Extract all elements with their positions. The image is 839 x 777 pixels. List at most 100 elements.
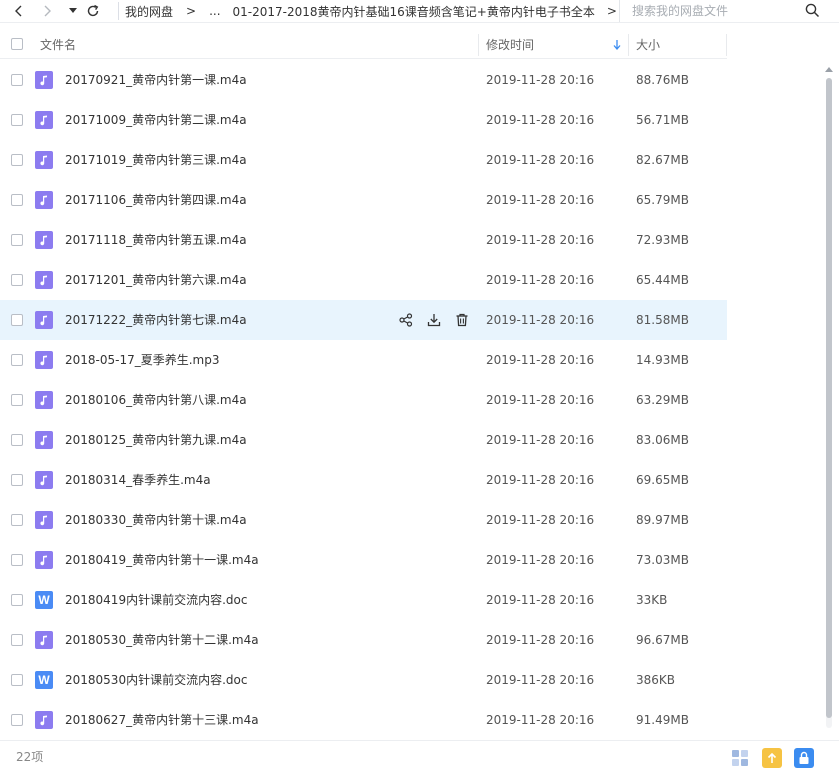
file-name[interactable]: 20180330_黄帝内针第十课.m4a <box>65 500 247 540</box>
file-name[interactable]: 20170921_黄帝内针第一课.m4a <box>65 60 247 100</box>
file-name[interactable]: 2018-05-17_夏季养生.mp3 <box>65 340 220 380</box>
column-divider[interactable] <box>628 34 629 56</box>
file-row[interactable]: 20180106_黄帝内针第八课.m4a 2019-11-28 20:16 63… <box>0 380 727 420</box>
scrollbar-thumb[interactable] <box>826 78 832 718</box>
file-modified-time: 2019-11-28 20:16 <box>486 553 595 567</box>
music-note-icon <box>35 151 53 169</box>
file-row[interactable]: 20171106_黄帝内针第四课.m4a 2019-11-28 20:16 65… <box>0 180 727 220</box>
row-checkbox[interactable] <box>11 514 23 526</box>
row-checkbox[interactable] <box>11 74 23 86</box>
file-name[interactable]: 20180419_黄帝内针第十一课.m4a <box>65 540 259 580</box>
file-row[interactable]: 20180330_黄帝内针第十课.m4a 2019-11-28 20:16 89… <box>0 500 727 540</box>
file-row[interactable]: 20180530_黄帝内针第十二课.m4a 2019-11-28 20:16 9… <box>0 620 727 660</box>
row-checkbox[interactable] <box>11 674 23 686</box>
row-checkbox[interactable] <box>11 354 23 366</box>
file-modified-time: 2019-11-28 20:16 <box>486 113 595 127</box>
file-row[interactable]: 20170921_黄帝内针第一课.m4a 2019-11-28 20:16 88… <box>0 60 727 100</box>
column-header-size[interactable]: 大小 <box>636 32 660 58</box>
row-checkbox[interactable] <box>11 394 23 406</box>
upload-button[interactable] <box>762 748 782 768</box>
file-row[interactable]: W 20180419内针课前交流内容.doc 2019-11-28 20:16 … <box>0 580 727 620</box>
breadcrumb-divider <box>118 2 119 20</box>
breadcrumb-current[interactable]: 01-2017-2018黄帝内针基础16课音频含笔记+黄帝内针电子书全本 <box>233 3 595 20</box>
file-size: 96.67MB <box>636 633 689 647</box>
vertical-scrollbar[interactable] <box>824 66 834 740</box>
file-size: 81.58MB <box>636 313 689 327</box>
breadcrumb-root[interactable]: 我的网盘 <box>125 3 173 20</box>
column-header-name[interactable]: 文件名 <box>40 32 76 58</box>
file-size: 33KB <box>636 593 668 607</box>
select-all-checkbox[interactable] <box>11 38 23 50</box>
file-row[interactable]: 20171009_黄帝内针第二课.m4a 2019-11-28 20:16 56… <box>0 100 727 140</box>
file-row-hovered[interactable]: 20171222_黄帝内针第七课.m4a 2019-11-28 20:16 81… <box>0 300 727 340</box>
row-checkbox[interactable] <box>11 194 23 206</box>
row-checkbox[interactable] <box>11 114 23 126</box>
music-note-icon <box>35 71 53 89</box>
row-checkbox[interactable] <box>11 474 23 486</box>
download-button[interactable] <box>426 312 442 328</box>
refresh-button[interactable] <box>82 0 104 22</box>
file-row[interactable]: W 20180530内针课前交流内容.doc 2019-11-28 20:16 … <box>0 660 727 700</box>
column-header-modified[interactable]: 修改时间 <box>486 32 626 58</box>
file-modified-time: 2019-11-28 20:16 <box>486 473 595 487</box>
file-row[interactable]: 20180627_黄帝内针第十三课.m4a 2019-11-28 20:16 9… <box>0 700 727 740</box>
file-name[interactable]: 20171106_黄帝内针第四课.m4a <box>65 180 247 220</box>
row-checkbox[interactable] <box>11 714 23 726</box>
breadcrumb-ellipsis[interactable]: ... <box>209 4 220 18</box>
file-size: 88.76MB <box>636 73 689 87</box>
row-checkbox[interactable] <box>11 434 23 446</box>
delete-button[interactable] <box>454 312 470 328</box>
file-name[interactable]: 20180530_黄帝内针第十二课.m4a <box>65 620 259 660</box>
file-row[interactable]: 20180419_黄帝内针第十一课.m4a 2019-11-28 20:16 7… <box>0 540 727 580</box>
file-name[interactable]: 20180125_黄帝内针第九课.m4a <box>65 420 247 460</box>
file-size: 63.29MB <box>636 393 689 407</box>
music-note-icon <box>35 271 53 289</box>
file-modified-time: 2019-11-28 20:16 <box>486 713 595 727</box>
search-input[interactable] <box>632 0 802 22</box>
music-note-icon <box>35 711 53 729</box>
search-icon[interactable] <box>805 3 820 18</box>
column-divider[interactable] <box>478 34 479 56</box>
file-name[interactable]: 20171201_黄帝内针第六课.m4a <box>65 260 247 300</box>
status-bar: 22项 <box>0 740 839 777</box>
row-checkbox[interactable] <box>11 634 23 646</box>
file-name[interactable]: 20180106_黄帝内针第八课.m4a <box>65 380 247 420</box>
file-name[interactable]: 20180627_黄帝内针第十三课.m4a <box>65 700 259 740</box>
file-modified-time: 2019-11-28 20:16 <box>486 433 595 447</box>
history-dropdown-button[interactable] <box>62 0 84 22</box>
file-name[interactable]: 20180314_春季养生.m4a <box>65 460 211 500</box>
file-row[interactable]: 20171118_黄帝内针第五课.m4a 2019-11-28 20:16 72… <box>0 220 727 260</box>
share-button[interactable] <box>398 312 414 328</box>
file-name[interactable]: 20180530内针课前交流内容.doc <box>65 660 247 700</box>
file-row[interactable]: 20171019_黄帝内针第三课.m4a 2019-11-28 20:16 82… <box>0 140 727 180</box>
file-name[interactable]: 20180419内针课前交流内容.doc <box>65 580 247 620</box>
row-checkbox[interactable] <box>11 234 23 246</box>
footer-tools <box>730 748 814 768</box>
grid-view-button[interactable] <box>730 748 750 768</box>
row-checkbox[interactable] <box>11 154 23 166</box>
column-divider[interactable] <box>726 34 727 56</box>
breadcrumb-separator: > <box>606 4 617 18</box>
row-checkbox[interactable] <box>11 274 23 286</box>
file-row[interactable]: 20180314_春季养生.m4a 2019-11-28 20:16 69.65… <box>0 460 727 500</box>
file-name[interactable]: 20171118_黄帝内针第五课.m4a <box>65 220 247 260</box>
back-button[interactable] <box>8 0 30 22</box>
row-checkbox[interactable] <box>11 554 23 566</box>
file-name[interactable]: 20171222_黄帝内针第七课.m4a <box>65 300 247 340</box>
file-size: 56.71MB <box>636 113 689 127</box>
scroll-up-icon[interactable] <box>825 66 833 72</box>
forward-button[interactable] <box>36 0 58 22</box>
file-row[interactable]: 20171201_黄帝内针第六课.m4a 2019-11-28 20:16 65… <box>0 260 727 300</box>
music-note-icon <box>35 111 53 129</box>
row-checkbox[interactable] <box>11 314 23 326</box>
lock-button[interactable] <box>794 748 814 768</box>
file-size: 89.97MB <box>636 513 689 527</box>
file-row[interactable]: 20180125_黄帝内针第九课.m4a 2019-11-28 20:16 83… <box>0 420 727 460</box>
chevron-left-icon <box>15 5 22 17</box>
file-name[interactable]: 20171019_黄帝内针第三课.m4a <box>65 140 247 180</box>
file-row[interactable]: 2018-05-17_夏季养生.mp3 2019-11-28 20:16 14.… <box>0 340 727 380</box>
file-size: 91.49MB <box>636 713 689 727</box>
row-checkbox[interactable] <box>11 594 23 606</box>
file-name[interactable]: 20171009_黄帝内针第二课.m4a <box>65 100 247 140</box>
music-note-icon <box>35 631 53 649</box>
